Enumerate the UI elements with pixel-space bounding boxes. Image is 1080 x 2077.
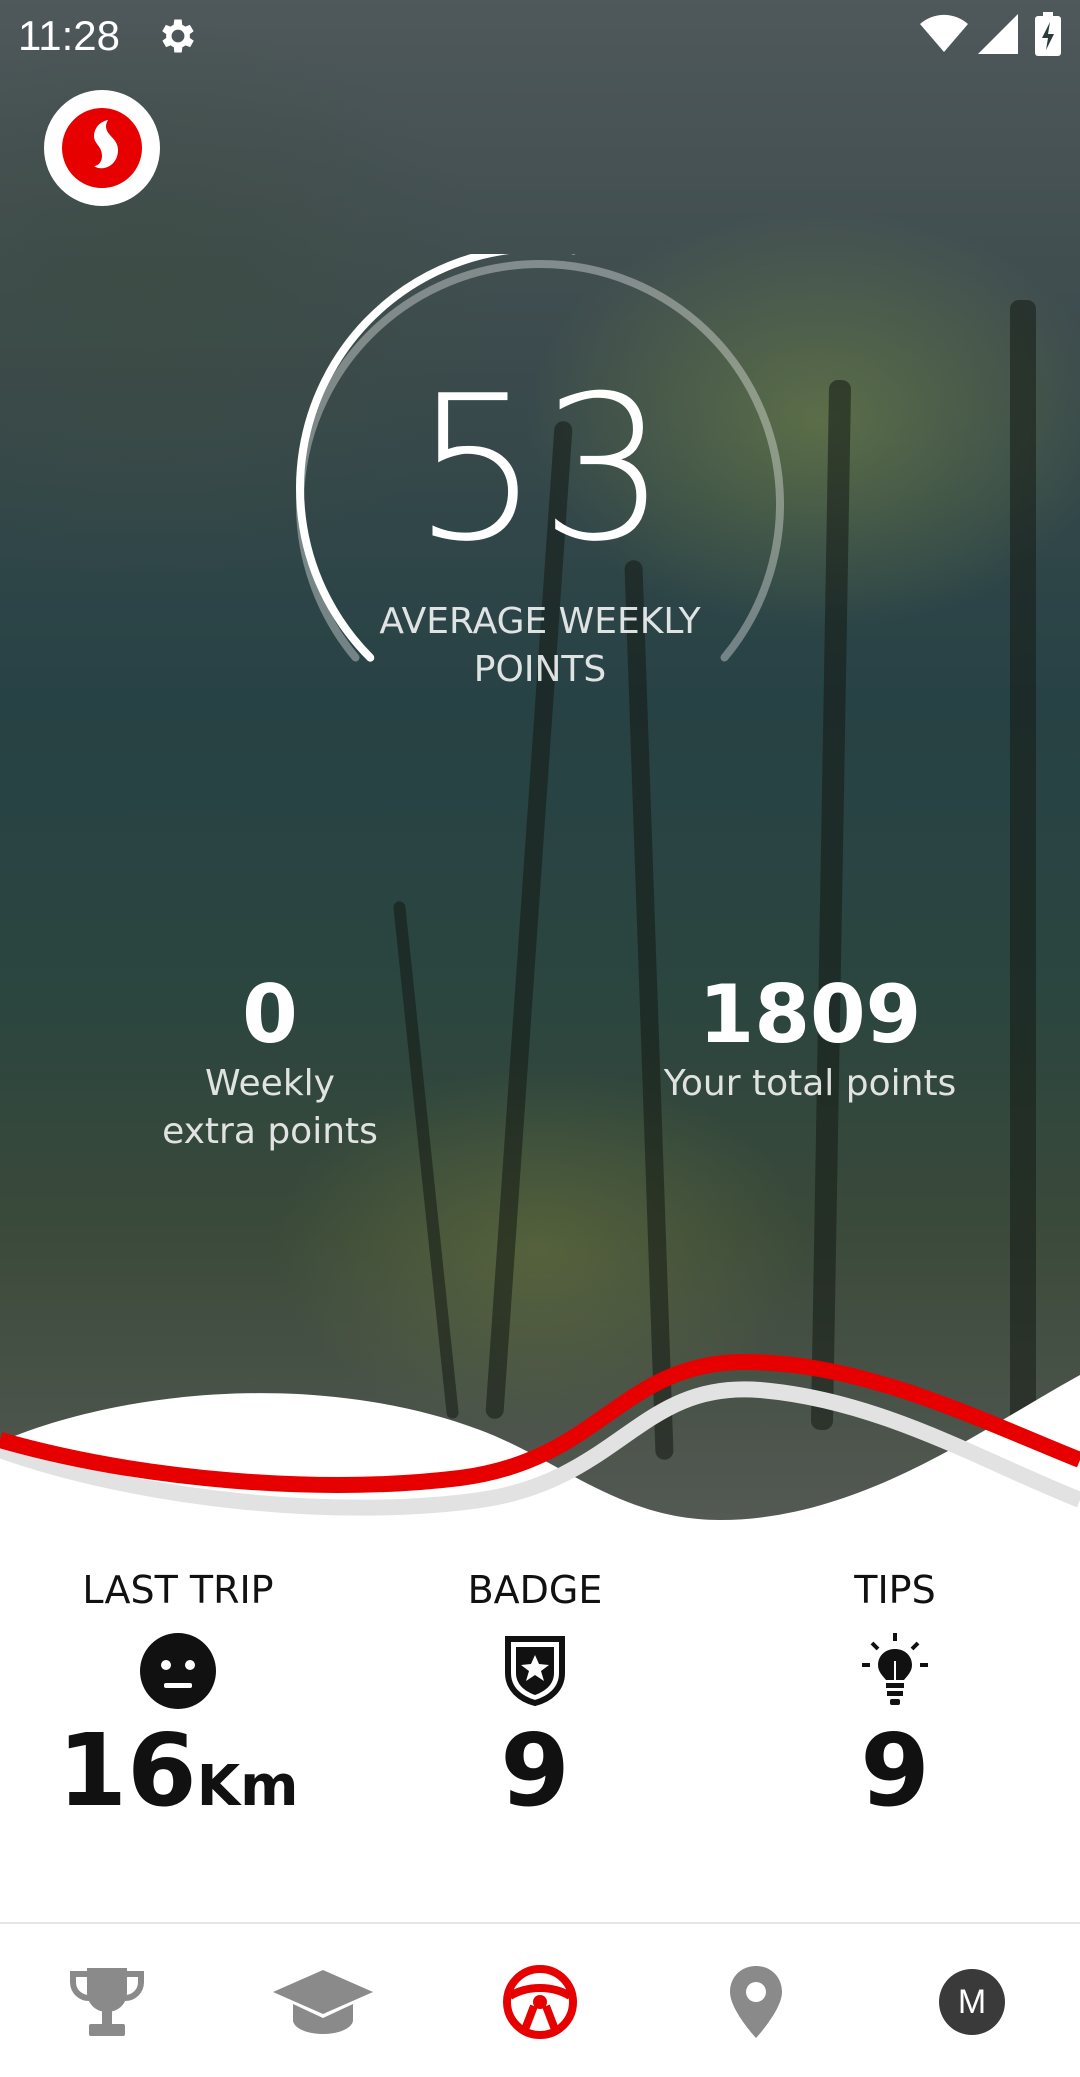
nav-drive[interactable]	[485, 1962, 595, 2042]
badge-card[interactable]: BADGE 9	[405, 1560, 665, 1826]
wifi-icon	[920, 14, 968, 53]
last-trip-title: LAST TRIP	[82, 1568, 274, 1612]
tips-card[interactable]: TIPS 9	[765, 1560, 1025, 1826]
summary-cards: LAST TRIP 16Km BADGE 9 TIPS 9	[0, 1560, 1080, 1920]
nav-leaderboard[interactable]	[52, 1962, 162, 2042]
lightbulb-icon	[862, 1633, 928, 1705]
average-score-value: 53	[412, 353, 668, 586]
nav-locations[interactable]	[701, 1962, 811, 2042]
total-points: 1809 Your total points	[640, 970, 980, 1108]
decorative-wave	[0, 1353, 1080, 1580]
tips-title: TIPS	[854, 1568, 936, 1612]
location-pin-icon	[730, 1966, 782, 2038]
badge-title: BADGE	[467, 1568, 603, 1612]
signal-icon	[978, 14, 1018, 54]
shield-star-icon	[505, 1636, 565, 1707]
weekly-extra-points: 0 Weekly extra points	[120, 970, 420, 1156]
trophy-icon	[70, 1968, 144, 2036]
total-points-label: Your total points	[663, 1063, 957, 1104]
status-bar: 11:28	[0, 0, 1080, 72]
weekly-extra-points-label: Weekly extra points	[162, 1063, 378, 1152]
nav-learning[interactable]	[268, 1962, 378, 2042]
status-time: 11:28	[18, 12, 120, 59]
tips-count: 9	[860, 1712, 930, 1829]
graduation-cap-icon	[273, 1970, 373, 2034]
nav-profile[interactable]: M	[917, 1962, 1027, 2042]
total-points-value: 1809	[698, 968, 922, 1061]
last-trip-card[interactable]: LAST TRIP 16Km	[48, 1560, 308, 1842]
battery-charging-icon	[1035, 12, 1061, 56]
average-score-label: AVERAGE WEEKLY POINTS	[379, 601, 701, 690]
last-trip-distance: 16	[57, 1712, 197, 1829]
steering-wheel-icon	[503, 1965, 577, 2039]
neutral-face-icon	[140, 1633, 216, 1709]
settings-gear-icon[interactable]	[156, 14, 200, 58]
badge-count: 9	[500, 1712, 570, 1829]
vodafone-logo	[44, 90, 160, 206]
last-trip-unit: Km	[196, 1754, 299, 1819]
hero-background	[0, 0, 1080, 1540]
bottom-navigation: M	[0, 1924, 1080, 2077]
profile-avatar: M	[939, 1969, 1005, 2035]
weekly-extra-points-value: 0	[242, 968, 298, 1061]
